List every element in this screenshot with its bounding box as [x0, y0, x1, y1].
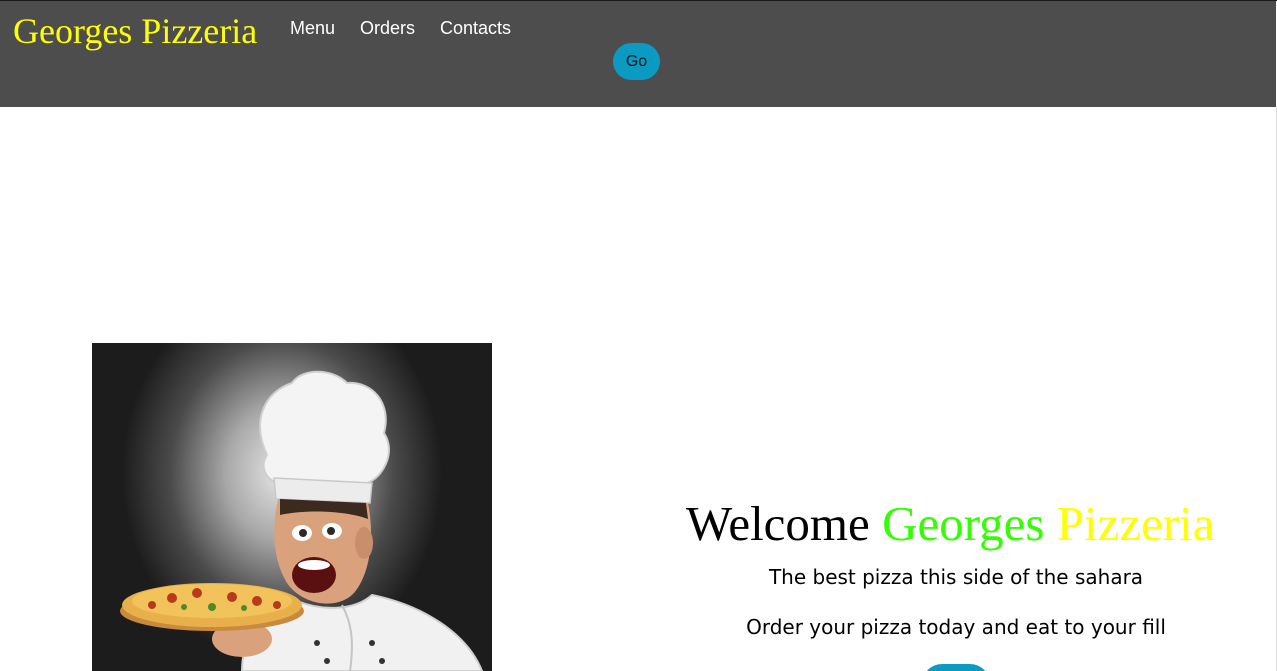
navbar: Georges Pizzeria Menu Orders Contacts Go — [0, 1, 1276, 107]
welcome-name-georges: Georges — [882, 496, 1045, 551]
welcome-word: Welcome — [686, 496, 870, 551]
tagline-best-pizza: The best pizza this side of the sahara — [768, 565, 1144, 589]
nav-menu-link[interactable]: Menu — [290, 18, 335, 39]
tagline-order-today: Order your pizza today and eat to your f… — [746, 615, 1166, 639]
order-button[interactable] — [922, 664, 990, 671]
welcome-name-pizzeria: Pizzeria — [1056, 496, 1215, 551]
welcome-heading: Welcome Georges Pizzeria — [686, 496, 1215, 552]
nav-orders-link[interactable]: Orders — [360, 18, 415, 39]
brand-logo-link[interactable]: Georges Pizzeria — [13, 10, 257, 52]
go-button[interactable]: Go — [613, 43, 660, 80]
chef-photo — [92, 343, 492, 671]
nav-contacts-link[interactable]: Contacts — [440, 18, 511, 39]
